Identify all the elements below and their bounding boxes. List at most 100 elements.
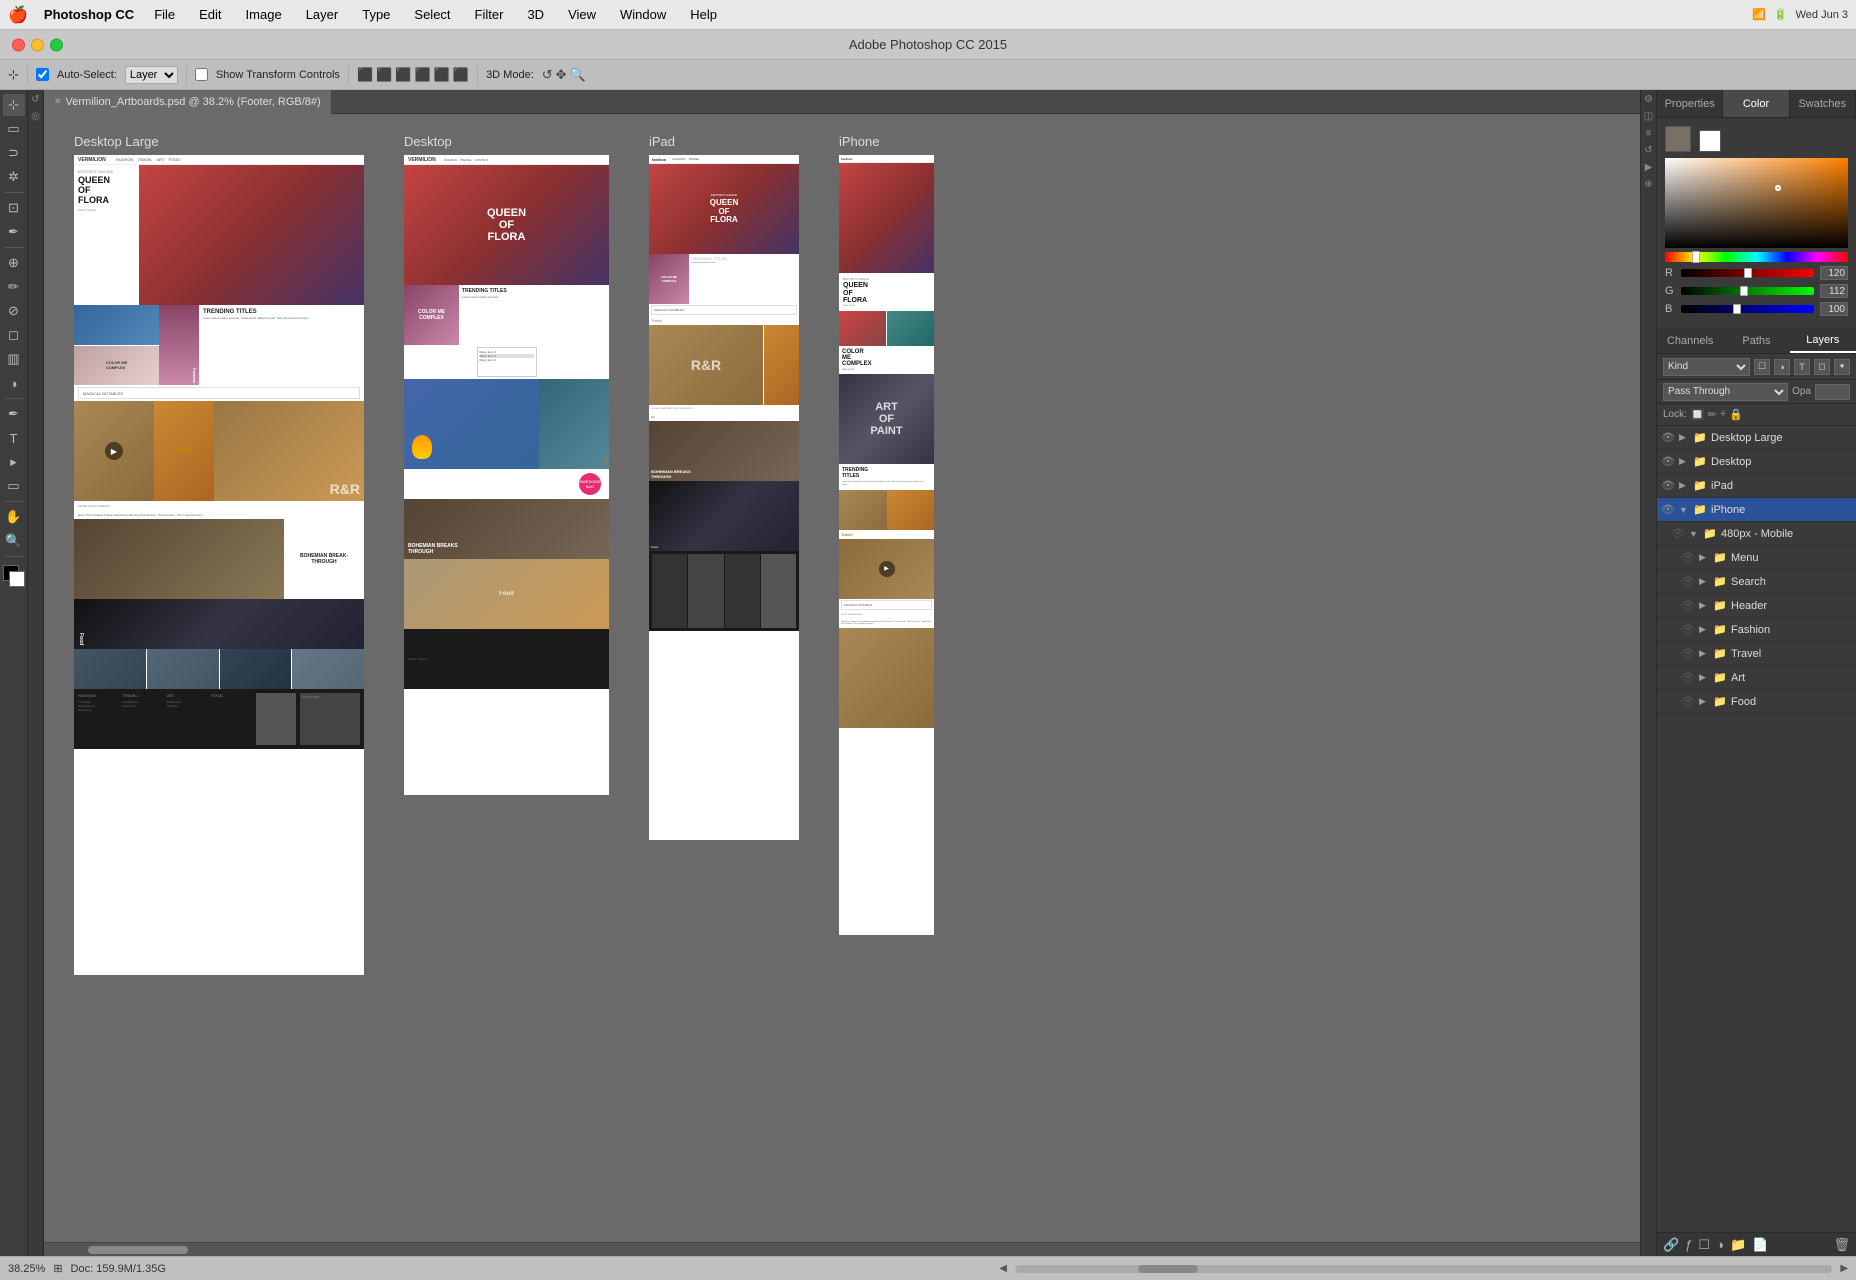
menu-3d[interactable]: 3D (523, 7, 548, 22)
blend-mode-dropdown[interactable]: Pass Through Normal Multiply Screen Over… (1663, 383, 1788, 401)
canvas-area[interactable]: ✕ Vermilion_Artboards.psd @ 38.2% (Foote… (44, 90, 1640, 1256)
crop-tool[interactable]: ⊡ (3, 197, 25, 219)
lock-artboard-icon[interactable]: 🔒 (1729, 408, 1743, 421)
menu-image[interactable]: Image (242, 7, 286, 22)
menu-select[interactable]: Select (410, 7, 454, 22)
bottom-scroll-arrow-left[interactable]: ◀ (999, 1263, 1007, 1274)
gradient-tool[interactable]: ▥ (3, 348, 25, 370)
expand-icon-menu[interactable]: ▶ (1699, 552, 1709, 563)
opacity-input[interactable] (1815, 384, 1850, 400)
move-tool[interactable]: ⊹ (3, 94, 25, 116)
canvas-scroll[interactable]: Desktop Large VERMILION FASHION TRAVEL A… (44, 114, 1640, 1256)
close-button[interactable] (12, 38, 25, 51)
scroll-thumb[interactable] (88, 1246, 188, 1254)
visibility-toggle-search[interactable]: 👁 (1681, 575, 1695, 588)
layer-item-desktop[interactable]: 👁 ▶ 📁 Desktop (1657, 450, 1856, 474)
b-input[interactable] (1820, 302, 1848, 316)
layer-item-food[interactable]: 👁 ▶ 📁 Food (1657, 690, 1856, 714)
menu-file[interactable]: File (150, 7, 179, 22)
expand-icon-art[interactable]: ▶ (1699, 672, 1709, 683)
export-icon[interactable]: ⊞ (53, 1262, 62, 1275)
align-middle-icon[interactable]: ⬛ (434, 67, 450, 83)
type-filter-btn[interactable]: T (1794, 359, 1810, 375)
visibility-toggle-480[interactable]: 👁 (1671, 527, 1685, 540)
actions-icon[interactable]: ▶ (1645, 162, 1653, 173)
shape-filter-btn[interactable]: ◻ (1814, 359, 1830, 375)
tab-swatches[interactable]: Swatches (1790, 90, 1856, 117)
history-panel-icon[interactable]: ↺ (1644, 145, 1652, 156)
align-right-icon[interactable]: ⬛ (395, 67, 411, 83)
artboard-canvas-ipad[interactable]: fashion FASHION TRAVEL EDITOR'S CHOICE Q… (649, 155, 799, 840)
expand-icon-food[interactable]: ▶ (1699, 696, 1709, 707)
expand-icon-iphone[interactable]: ▼ (1679, 505, 1689, 515)
expand-icon-desktop[interactable]: ▶ (1679, 456, 1689, 467)
magic-wand-tool[interactable]: ✲ (3, 166, 25, 188)
menu-filter[interactable]: Filter (471, 7, 508, 22)
selection-tool[interactable]: ▭ (3, 118, 25, 140)
3d-rotate-icon[interactable]: ↺ (542, 67, 553, 83)
brush-presets-icon[interactable]: ◎ (31, 111, 40, 122)
visibility-toggle-desktop-large[interactable]: 👁 (1661, 431, 1675, 444)
type-tool[interactable]: T (3, 427, 25, 449)
lock-position-icon[interactable]: ✏ (1708, 408, 1717, 421)
3d-zoom-icon[interactable]: 🔍 (570, 67, 586, 83)
kind-filter-dropdown[interactable]: Kind Name Effect (1663, 358, 1750, 376)
expand-icon-desktop-large[interactable]: ▶ (1679, 432, 1689, 443)
brush-tool[interactable]: ✏ (3, 276, 25, 298)
scroll-track-bottom[interactable] (1015, 1265, 1832, 1273)
layer-item-menu[interactable]: 👁 ▶ 📁 Menu (1657, 546, 1856, 570)
maximize-button[interactable] (50, 38, 63, 51)
minimize-button[interactable] (31, 38, 44, 51)
eraser-tool[interactable]: ◻ (3, 324, 25, 346)
align-bottom-icon[interactable]: ⬛ (453, 67, 469, 83)
layer-item-iphone[interactable]: 👁 ▼ 📁 iPhone (1657, 498, 1856, 522)
b-slider[interactable] (1681, 305, 1814, 313)
tab-layers[interactable]: Layers (1790, 328, 1856, 353)
layer-item-fashion[interactable]: 👁 ▶ 📁 Fashion (1657, 618, 1856, 642)
visibility-toggle-desktop[interactable]: 👁 (1661, 455, 1675, 468)
expand-icon-search[interactable]: ▶ (1699, 576, 1709, 587)
visibility-toggle-travel[interactable]: 👁 (1681, 647, 1695, 660)
layer-item-header[interactable]: 👁 ▶ 📁 Header (1657, 594, 1856, 618)
tab-close-btn[interactable]: ✕ (54, 96, 62, 107)
lock-pixels-icon[interactable]: 🔲 (1691, 408, 1705, 421)
apple-menu[interactable]: 🍎 (8, 5, 28, 25)
tab-color[interactable]: Color (1723, 90, 1789, 117)
expand-icon-fashion[interactable]: ▶ (1699, 624, 1709, 635)
tab-channels[interactable]: Channels (1657, 328, 1723, 353)
auto-select-dropdown[interactable]: Layer Group (125, 66, 178, 84)
pen-tool[interactable]: ✒ (3, 403, 25, 425)
visibility-toggle-ipad[interactable]: 👁 (1661, 479, 1675, 492)
delete-layer-btn[interactable]: 🗑 (1833, 1237, 1850, 1253)
g-input[interactable] (1820, 284, 1848, 298)
new-group-btn[interactable]: 📁 (1730, 1237, 1746, 1253)
horizontal-scrollbar[interactable] (44, 1242, 1640, 1256)
new-layer-btn[interactable]: 📄 (1752, 1237, 1768, 1253)
r-input[interactable] (1820, 266, 1848, 280)
clone-tool[interactable]: ⊘ (3, 300, 25, 322)
align-center-icon[interactable]: ⬛ (376, 67, 392, 83)
add-mask-btn[interactable]: ☐ (1698, 1237, 1710, 1253)
eyedropper-tool[interactable]: ✒ (3, 221, 25, 243)
smart-filter-btn[interactable]: ✦ (1834, 359, 1850, 375)
healing-brush-tool[interactable]: ⊕ (3, 252, 25, 274)
lasso-tool[interactable]: ⊃ (3, 142, 25, 164)
menu-type[interactable]: Type (358, 7, 394, 22)
scroll-thumb-bottom[interactable] (1138, 1265, 1198, 1273)
background-swatch[interactable] (1699, 130, 1721, 152)
visibility-toggle-iphone[interactable]: 👁 (1661, 503, 1675, 516)
zoom-tool[interactable]: 🔍 (3, 530, 25, 552)
dodge-tool[interactable]: ◑ (3, 372, 25, 394)
color-spectrum[interactable] (1665, 158, 1848, 248)
adjust-filter-btn[interactable]: ◑ (1774, 359, 1790, 375)
layer-item-art[interactable]: 👁 ▶ 📁 Art (1657, 666, 1856, 690)
pixel-filter-btn[interactable]: ☐ (1754, 359, 1770, 375)
expand-icon-travel[interactable]: ▶ (1699, 648, 1709, 659)
history-icon[interactable]: ↺ (31, 94, 39, 105)
visibility-toggle-fashion[interactable]: 👁 (1681, 623, 1695, 636)
layer-comp-icon[interactable]: ◫ (1644, 111, 1653, 122)
layer-item-travel[interactable]: 👁 ▶ 📁 Travel (1657, 642, 1856, 666)
visibility-toggle-menu[interactable]: 👁 (1681, 551, 1695, 564)
visibility-toggle-food[interactable]: 👁 (1681, 695, 1695, 708)
hand-tool[interactable]: ✋ (3, 506, 25, 528)
